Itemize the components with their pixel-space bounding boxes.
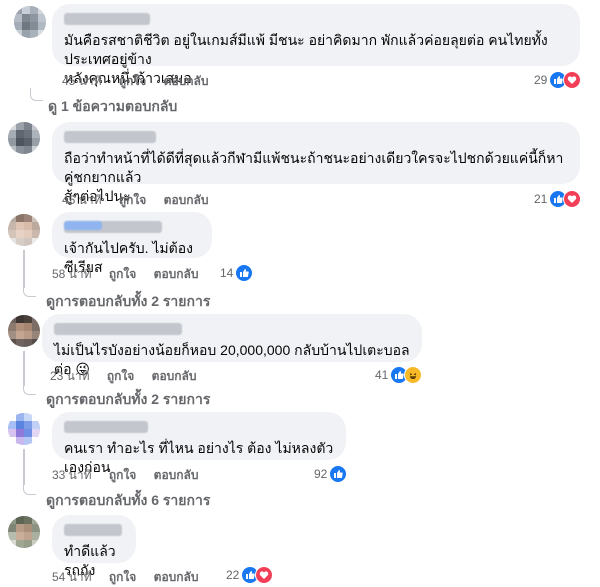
- comment-actions: 45 นาที ถูกใจ ตอบกลับ: [62, 191, 223, 210]
- comment-bubble: มันคือรสชาติชีวิต อยู่ในเกมส์มีแพ้ มีชนะ…: [52, 4, 580, 86]
- reaction-count: 14: [220, 266, 234, 280]
- commenter-name[interactable]: [64, 524, 122, 536]
- reply-button[interactable]: ตอบกลับ: [154, 466, 199, 485]
- reply-thread-connector: [23, 382, 36, 395]
- comment-time[interactable]: 45 นาที: [62, 191, 102, 210]
- like-button[interactable]: ถูกใจ: [119, 191, 146, 210]
- avatar[interactable]: [8, 315, 40, 347]
- comment-time[interactable]: 54 นาที: [52, 568, 92, 587]
- reply-button[interactable]: ตอบกลับ: [164, 191, 209, 210]
- comment-time[interactable]: 58 นาที: [52, 265, 92, 284]
- avatar[interactable]: [8, 516, 40, 548]
- reply-button[interactable]: ตอบกลับ: [164, 72, 209, 91]
- reply-thread-line: [23, 351, 25, 386]
- reaction-count: 22: [226, 568, 240, 582]
- comment-bubble: ทำดีแล้วรถถัง: [52, 515, 136, 578]
- reaction-count: 21: [534, 192, 548, 206]
- comment-bubble: ไม่เป็นไรบังอย่างน้อยก็หอบ 20,000,000 กล…: [42, 314, 422, 377]
- reply-button[interactable]: ตอบกลับ: [152, 367, 197, 386]
- reply-thread-line: [23, 449, 25, 485]
- commenter-name[interactable]: [64, 221, 162, 233]
- view-replies-link[interactable]: ดู 1 ข้อความตอบกลับ: [48, 96, 177, 118]
- haha-reaction-icon: [404, 366, 423, 384]
- reaction-count: 29: [534, 73, 548, 87]
- reaction-summary[interactable]: 92: [314, 465, 348, 483]
- like-button[interactable]: ถูกใจ: [109, 466, 136, 485]
- reaction-count: 92: [314, 467, 328, 481]
- love-reaction-icon: [563, 190, 582, 208]
- avatar[interactable]: [8, 214, 40, 246]
- reply-thread-line: [23, 250, 25, 288]
- comment-actions: 58 นาที ถูกใจ ตอบกลับ: [52, 265, 213, 284]
- comment-bubble: คนเรา ทำอะไร ที่ไหน อย่างไร ต้อง ไม่หลงต…: [52, 412, 346, 475]
- like-reaction-icon: [235, 264, 254, 282]
- view-replies-link[interactable]: ดูการตอบกลับทั้ง 2 รายการ: [46, 389, 210, 411]
- reaction-summary[interactable]: 41: [375, 366, 423, 384]
- like-button[interactable]: ถูกใจ: [109, 568, 136, 587]
- like-reaction-icon: [329, 465, 348, 483]
- commenter-name[interactable]: [64, 421, 148, 433]
- reply-thread-connector: [23, 482, 36, 495]
- avatar[interactable]: [8, 122, 40, 154]
- comment-actions: 54 นาที ถูกใจ ตอบกลับ: [52, 568, 213, 587]
- reaction-summary[interactable]: 22: [226, 566, 274, 584]
- comment-time[interactable]: 23 นาที: [50, 367, 90, 386]
- commenter-name[interactable]: [54, 323, 182, 335]
- reply-thread-connector: [23, 284, 36, 297]
- reaction-count: 41: [375, 368, 389, 382]
- reply-button[interactable]: ตอบกลับ: [154, 265, 199, 284]
- like-button[interactable]: ถูกใจ: [109, 265, 136, 284]
- view-replies-link[interactable]: ดูการตอบกลับทั้ง 6 รายการ: [46, 490, 210, 512]
- like-button[interactable]: ถูกใจ: [107, 367, 134, 386]
- comment-time[interactable]: 45 นาที: [62, 72, 102, 91]
- love-reaction-icon: [563, 71, 582, 89]
- like-button[interactable]: ถูกใจ: [119, 72, 146, 91]
- comment-actions: 23 นาที ถูกใจ ตอบกลับ: [50, 367, 211, 386]
- avatar[interactable]: [8, 413, 40, 445]
- reaction-summary[interactable]: 29: [534, 71, 582, 89]
- reply-button[interactable]: ตอบกลับ: [154, 568, 199, 587]
- comment-actions: 33 นาที ถูกใจ ตอบกลับ: [52, 466, 213, 485]
- view-replies-link[interactable]: ดูการตอบกลับทั้ง 2 รายการ: [46, 291, 210, 313]
- avatar[interactable]: [14, 6, 46, 38]
- reaction-summary[interactable]: 14: [220, 264, 254, 282]
- comment-bubble: ถือว่าทำหน้าที่ได้ดีที่สุดแล้วกีฬามีแพ้ช…: [52, 122, 580, 204]
- love-reaction-icon: [255, 566, 274, 584]
- comment-actions: 45 นาที ถูกใจ ตอบกลับ: [62, 72, 223, 91]
- comment-bubble: เจ้ากันไปครับ. ไม่ต้องซีเรียส: [52, 212, 212, 275]
- reply-thread-connector: [30, 88, 43, 101]
- commenter-name[interactable]: [64, 13, 150, 25]
- commenter-name[interactable]: [64, 131, 156, 143]
- reaction-summary[interactable]: 21: [534, 190, 582, 208]
- comment-time[interactable]: 33 นาที: [52, 466, 92, 485]
